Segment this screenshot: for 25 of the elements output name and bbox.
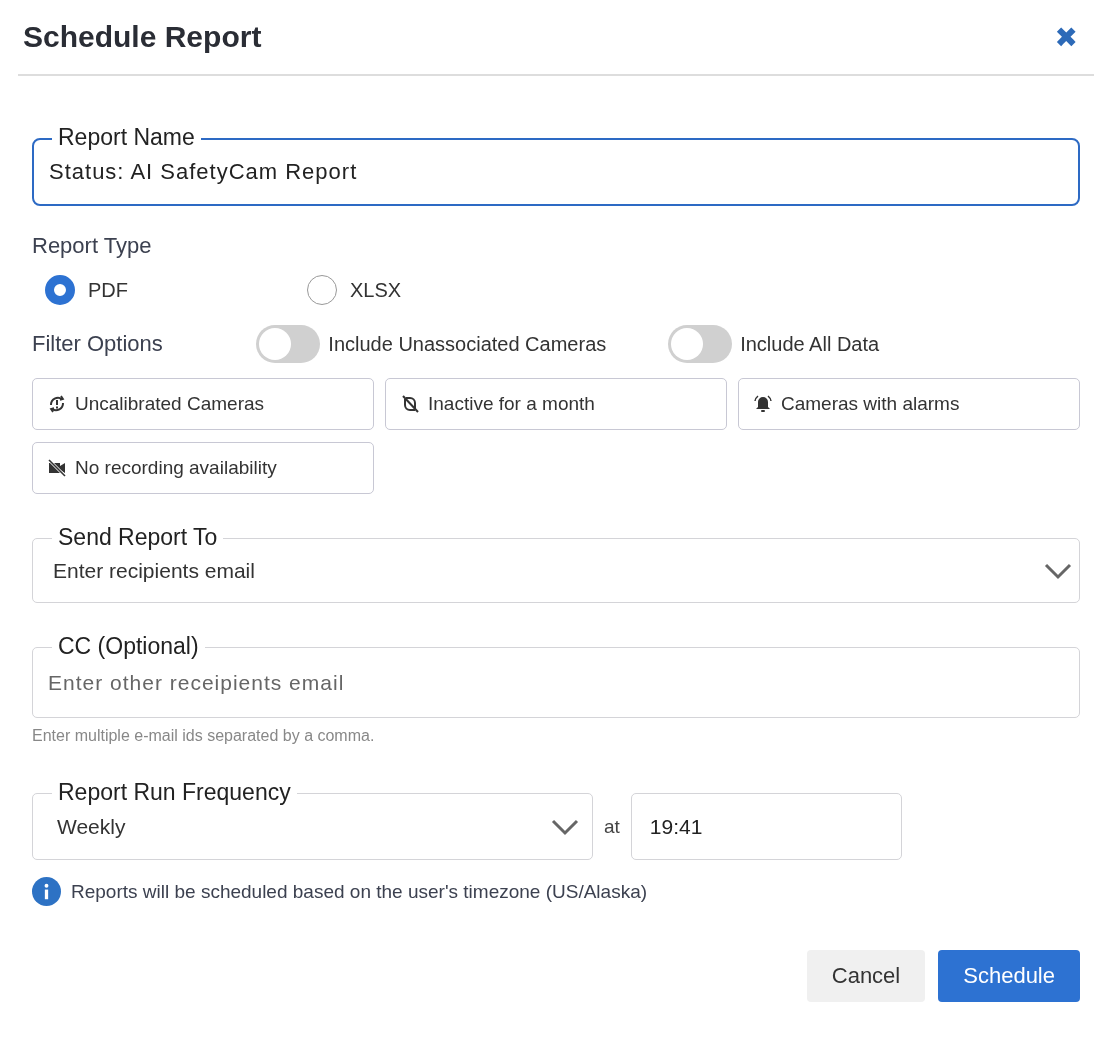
dialog-title: Schedule Report <box>23 20 262 54</box>
toggle-switch[interactable]: Include All Data <box>668 325 1080 363</box>
radio-option[interactable]: PDF <box>45 275 307 305</box>
field-label: Send Report To <box>52 524 224 550</box>
bell-alarm-icon <box>753 394 773 414</box>
close-button[interactable]: ✖ <box>1050 16 1082 58</box>
video-off-icon <box>47 458 67 478</box>
refresh-alert-icon <box>47 394 67 414</box>
filter-chip[interactable]: Uncalibrated Cameras <box>32 378 374 430</box>
sync-off-icon <box>400 394 420 414</box>
info-note: Reports will be scheduled based on the user's timezone (US/Alaska) <box>71 880 648 903</box>
section-label: Report Type <box>32 233 153 259</box>
at-label: at <box>604 815 620 838</box>
schedule-button[interactable]: Schedule <box>938 950 1080 1002</box>
time-field[interactable]: 19:41 <box>630 793 902 860</box>
filter-chip[interactable]: Cameras with alarms <box>738 378 1080 430</box>
filter-chip[interactable]: Inactive for a month <box>385 378 727 430</box>
hint-text: Enter multiple e-mail ids separated by a comma. <box>32 727 376 745</box>
info-icon <box>32 877 61 906</box>
section-label: Filter Options <box>32 331 164 357</box>
toggle-switch[interactable]: Include Unassociated Cameras <box>256 325 669 363</box>
radio-option[interactable]: XLSX <box>307 275 569 305</box>
field-label: CC (Optional) <box>52 633 205 659</box>
cancel-button[interactable]: Cancel <box>806 950 926 1002</box>
filter-chip[interactable]: No recording availability <box>32 442 374 494</box>
